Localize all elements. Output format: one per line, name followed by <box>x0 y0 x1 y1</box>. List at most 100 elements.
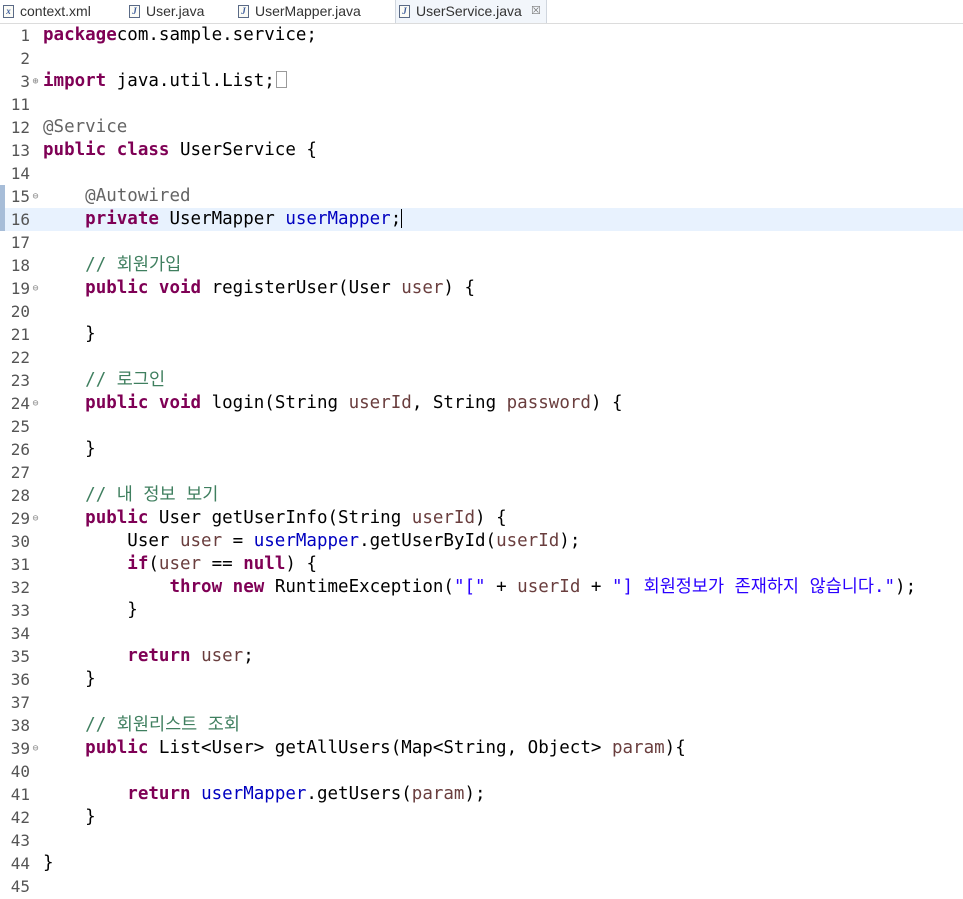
line-number: 18 <box>10 256 30 275</box>
code-line[interactable]: 3 ⊕ import java.util.List; <box>0 70 963 93</box>
java-file-icon: J <box>129 5 140 18</box>
line-number: 42 <box>10 808 30 827</box>
code-line[interactable]: 21 } <box>0 323 963 346</box>
code-line[interactable]: 13 public class UserService { <box>0 139 963 162</box>
line-number: 35 <box>10 647 30 666</box>
code-text: // 회원가입 <box>85 255 182 275</box>
line-number: 23 <box>10 371 30 390</box>
code-line[interactable]: 42 } <box>0 806 963 829</box>
code-line[interactable]: 24 ⊖ public void login(String userId, Str… <box>0 392 963 415</box>
code-line[interactable]: 36 } <box>0 668 963 691</box>
line-number: 20 <box>10 302 30 321</box>
line-number: 38 <box>10 716 30 735</box>
code-text: public User getUserInfo(String userId) { <box>85 508 507 528</box>
code-text: public void registerUser(User user) { <box>85 278 476 298</box>
code-line[interactable]: 20 <box>0 300 963 323</box>
line-number: 31 <box>10 555 30 574</box>
line-number: 3 <box>20 72 30 91</box>
editor-tab-bar: x context.xml J User.java J UserMapper.j… <box>0 0 963 24</box>
fold-collapse-icon[interactable]: ⊖ <box>31 507 40 530</box>
tab-label: UserMapper.java <box>255 3 361 19</box>
fold-collapse-icon[interactable]: ⊖ <box>31 737 40 760</box>
line-number: 2 <box>20 49 30 68</box>
code-line[interactable]: 40 <box>0 760 963 783</box>
code-line[interactable]: 15 ⊖ @Autowired <box>0 185 963 208</box>
fold-collapse-icon[interactable]: ⊖ <box>31 277 40 300</box>
tab-userservice-java[interactable]: J UserService.java ☒ <box>395 0 547 23</box>
code-text: // 내 정보 보기 <box>85 485 219 505</box>
code-line[interactable]: 45 <box>0 875 963 898</box>
code-line[interactable]: 31 if(user == null) { <box>0 553 963 576</box>
code-line[interactable]: 28 // 내 정보 보기 <box>0 484 963 507</box>
line-number: 30 <box>10 532 30 551</box>
code-line[interactable]: 17 <box>0 231 963 254</box>
line-number: 21 <box>10 325 30 344</box>
code-line[interactable]: 37 <box>0 691 963 714</box>
line-number: 32 <box>10 578 30 597</box>
text-cursor <box>401 209 403 228</box>
code-line[interactable]: 35 return user; <box>0 645 963 668</box>
code-line[interactable]: 27 <box>0 461 963 484</box>
code-line[interactable]: 14 <box>0 162 963 185</box>
line-number: 19 <box>10 279 30 298</box>
fold-collapse-icon[interactable]: ⊖ <box>31 392 40 415</box>
line-number: 45 <box>10 877 30 896</box>
tab-label: UserService.java <box>416 3 522 19</box>
code-text: @Service <box>43 117 128 137</box>
code-line[interactable]: 23 // 로그인 <box>0 369 963 392</box>
line-number: 26 <box>10 440 30 459</box>
code-line[interactable]: 19 ⊖ public void registerUser(User user) … <box>0 277 963 300</box>
code-line[interactable]: 26 } <box>0 438 963 461</box>
code-line[interactable]: 18 // 회원가입 <box>0 254 963 277</box>
line-number: 40 <box>10 762 30 781</box>
code-text: } <box>43 807 96 827</box>
line-number: 36 <box>10 670 30 689</box>
line-number: 12 <box>10 118 30 137</box>
code-line[interactable]: 43 <box>0 829 963 852</box>
tab-usermapper-java[interactable]: J UserMapper.java <box>235 0 361 23</box>
code-line[interactable]: 29 ⊖ public User getUserInfo(String userI… <box>0 507 963 530</box>
code-text: } <box>43 324 96 344</box>
line-number: 13 <box>10 141 30 160</box>
code-text: public List<User> getAllUsers(Map<String… <box>85 738 686 758</box>
code-text: } <box>43 439 96 459</box>
code-editor[interactable]: 1 packagecom.sample.service; 2 3 ⊕ import jav… <box>0 24 963 899</box>
tab-context-xml[interactable]: x context.xml <box>0 0 91 23</box>
collapsed-block-icon[interactable] <box>275 71 287 88</box>
code-line[interactable]: 12 @Service <box>0 116 963 139</box>
tab-label: context.xml <box>20 3 91 19</box>
fold-collapse-icon[interactable]: ⊖ <box>31 185 40 208</box>
code-text: } <box>43 853 54 873</box>
line-number: 34 <box>10 624 30 643</box>
code-line[interactable]: 22 <box>0 346 963 369</box>
code-line[interactable]: 2 <box>0 47 963 70</box>
line-number: 1 <box>20 26 30 45</box>
close-tab-icon[interactable]: ☒ <box>531 0 541 23</box>
code-text: } <box>43 669 96 689</box>
code-line[interactable]: 30 User user = userMapper.getUserById(us… <box>0 530 963 553</box>
code-line[interactable]: 39 ⊖ public List<User> getAllUsers(Map<St… <box>0 737 963 760</box>
code-line[interactable]: 11 <box>0 93 963 116</box>
tab-user-java[interactable]: J User.java <box>126 0 204 23</box>
line-number: 27 <box>10 463 30 482</box>
line-number: 41 <box>10 785 30 804</box>
code-line[interactable]: 1 packagecom.sample.service; <box>0 24 963 47</box>
code-line[interactable]: 25 <box>0 415 963 438</box>
code-line[interactable]: 44} <box>0 852 963 875</box>
code-text: public void login(String userId, String … <box>85 393 623 413</box>
code-line[interactable]: 41 return userMapper.getUsers(param); <box>0 783 963 806</box>
code-text: // 로그인 <box>85 370 166 390</box>
line-number: 43 <box>10 831 30 850</box>
fold-expand-icon[interactable]: ⊕ <box>31 70 40 93</box>
code-text: return userMapper.getUsers(param); <box>127 784 486 804</box>
tab-label: User.java <box>146 3 205 19</box>
code-text: packagecom.sample.service; <box>43 25 317 45</box>
line-number: 15 <box>10 187 30 206</box>
code-line[interactable]: 38 // 회원리스트 조회 <box>0 714 963 737</box>
code-text: private UserMapper userMapper; <box>85 209 403 229</box>
code-line[interactable]: 32 throw new RuntimeException("[" + user… <box>0 576 963 599</box>
code-line[interactable]: 33 } <box>0 599 963 622</box>
code-line[interactable]: 34 <box>0 622 963 645</box>
code-text: import java.util.List; <box>43 70 287 93</box>
code-line[interactable]: 16 private UserMapper userMapper; <box>0 208 963 231</box>
